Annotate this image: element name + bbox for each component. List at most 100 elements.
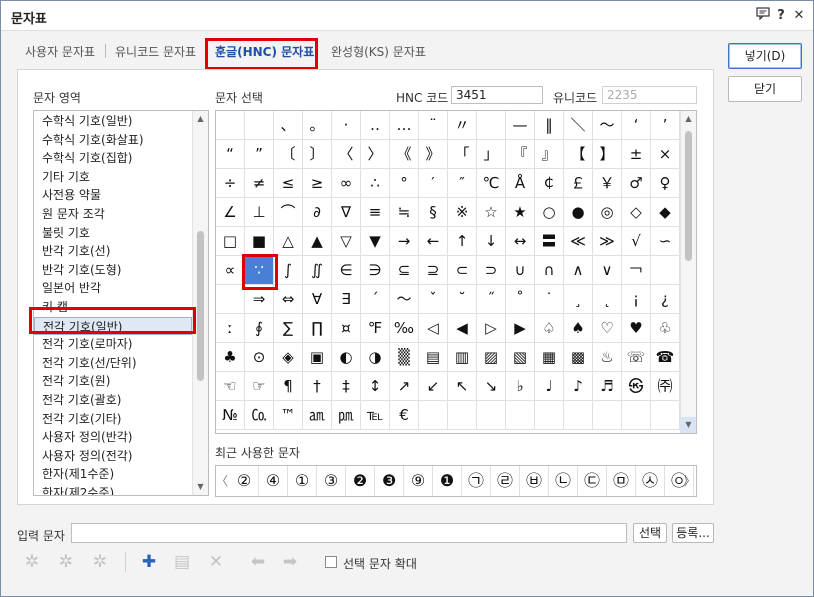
char-cell[interactable]: 【 xyxy=(564,140,593,169)
char-cell[interactable]: € xyxy=(390,401,419,430)
char-cell[interactable]: ♀ xyxy=(651,169,680,198)
char-cell[interactable]: ♭ xyxy=(506,372,535,401)
char-cell[interactable]: ♤ xyxy=(535,314,564,343)
char-cell[interactable]: 〕 xyxy=(303,140,332,169)
recent-char[interactable]: ① xyxy=(288,466,317,496)
char-cell[interactable]: “ xyxy=(216,140,245,169)
char-cell[interactable]: † xyxy=(303,372,332,401)
char-cell[interactable]: ∽ xyxy=(651,227,680,256)
char-cell[interactable]: 〔 xyxy=(274,140,303,169)
char-cell[interactable]: 《 xyxy=(390,140,419,169)
char-cell[interactable]: ↘ xyxy=(477,372,506,401)
char-cell[interactable]: ▷ xyxy=(477,314,506,343)
char-cell[interactable]: ♂ xyxy=(622,169,651,198)
char-cell[interactable]: ♡ xyxy=(593,314,622,343)
char-cell[interactable]: ∇ xyxy=(332,198,361,227)
char-cell[interactable]: ∪ xyxy=(506,256,535,285)
char-cell[interactable] xyxy=(216,285,245,314)
select-button[interactable]: 선택 xyxy=(633,523,667,543)
recent-char[interactable]: ❷ xyxy=(346,466,375,496)
char-cell[interactable]: ♪ xyxy=(564,372,593,401)
char-cell[interactable] xyxy=(535,401,564,430)
char-cell[interactable] xyxy=(651,256,680,285)
list-item[interactable]: 수학식 기호(일반) xyxy=(34,112,192,130)
char-cell[interactable]: ∑ xyxy=(274,314,303,343)
char-cell[interactable]: ¿ xyxy=(651,285,680,314)
char-cell[interactable]: № xyxy=(216,401,245,430)
char-cell[interactable]: ▶ xyxy=(506,314,535,343)
char-cell[interactable]: ㏘ xyxy=(332,401,361,430)
char-cell[interactable]: ㈜ xyxy=(651,372,680,401)
char-cell[interactable]: ∨ xyxy=(593,256,622,285)
char-cell[interactable]: ⇔ xyxy=(274,285,303,314)
char-cell[interactable]: ㏂ xyxy=(303,401,332,430)
char-cell[interactable]: 》 xyxy=(419,140,448,169)
tab-ks-charmap[interactable]: 완성형(KS) 문자표 xyxy=(331,43,426,60)
char-cell[interactable]: ∫ xyxy=(274,256,303,285)
list-scrollbar[interactable]: ▲ ▼ xyxy=(192,111,208,495)
char-cell[interactable]: ÷ xyxy=(216,169,245,198)
char-cell[interactable]: … xyxy=(390,111,419,140)
tab-unicode-charmap[interactable]: 유니코드 문자표 xyxy=(115,43,196,60)
char-cell[interactable]: — xyxy=(506,111,535,140)
char-cell[interactable]: ㏇ xyxy=(245,401,274,430)
char-cell[interactable]: ⊆ xyxy=(390,256,419,285)
char-cell[interactable]: ▲ xyxy=(303,227,332,256)
char-cell[interactable]: ± xyxy=(622,140,651,169)
char-cell[interactable]: ▼ xyxy=(361,227,390,256)
char-cell[interactable]: ∴ xyxy=(361,169,390,198)
char-cell[interactable]: ‘ xyxy=(622,111,651,140)
char-cell[interactable]: ↕ xyxy=(361,372,390,401)
char-cell[interactable]: ◁ xyxy=(419,314,448,343)
char-cell[interactable]: ″ xyxy=(448,169,477,198)
list-item[interactable]: 전각 기호(원) xyxy=(34,372,192,390)
list-item[interactable]: 전각 기호(기타) xyxy=(34,410,192,428)
hnc-code-field[interactable]: 3451 xyxy=(451,86,543,104)
char-cell[interactable]: → xyxy=(390,227,419,256)
char-cell[interactable]: 〓 xyxy=(535,227,564,256)
char-cell[interactable]: ← xyxy=(419,227,448,256)
char-cell[interactable]: ≒ xyxy=(390,198,419,227)
char-cell[interactable]: ° xyxy=(390,169,419,198)
char-cell[interactable]: ℉ xyxy=(361,314,390,343)
char-cell[interactable]: ☏ xyxy=(622,343,651,372)
speech-bubble-icon[interactable] xyxy=(754,7,772,25)
char-cell[interactable]: √ xyxy=(622,227,651,256)
scroll-thumb[interactable] xyxy=(197,231,204,381)
char-cell[interactable]: ◎ xyxy=(593,198,622,227)
recent-char[interactable]: ㉤ xyxy=(607,466,636,496)
char-cell[interactable]: ∋ xyxy=(361,256,390,285)
char-cell[interactable]: ¡ xyxy=(622,285,651,314)
char-cell[interactable]: ∞ xyxy=(332,169,361,198)
char-cell[interactable] xyxy=(593,401,622,430)
char-cell[interactable]: ≡ xyxy=(361,198,390,227)
char-cell[interactable]: 『 xyxy=(506,140,535,169)
insert-button[interactable]: 넣기(D) xyxy=(728,43,802,69)
char-cell[interactable]: ∏ xyxy=(303,314,332,343)
list-item[interactable]: 한자(제2수준) xyxy=(34,484,192,495)
input-chars-field[interactable] xyxy=(71,523,627,543)
scroll-down-icon[interactable]: ▼ xyxy=(681,417,696,433)
char-cell[interactable]: ♧ xyxy=(651,314,680,343)
char-cell[interactable]: ′ xyxy=(419,169,448,198)
help-button[interactable]: ? xyxy=(772,7,790,25)
chevron-left-icon[interactable]: 〈 xyxy=(216,466,228,496)
list-item[interactable]: 반각 기호(도형) xyxy=(34,261,192,279)
list-item[interactable]: 사용자 정의(반각) xyxy=(34,428,192,446)
recent-char[interactable]: ㉢ xyxy=(578,466,607,496)
char-cell[interactable]: △ xyxy=(274,227,303,256)
add-icon[interactable]: ✚ xyxy=(136,549,162,575)
char-cell[interactable]: 】 xyxy=(593,140,622,169)
scroll-thumb[interactable] xyxy=(685,131,692,261)
list-item[interactable]: 일본어 반각 xyxy=(34,279,192,297)
char-cell[interactable]: ▩ xyxy=(564,343,593,372)
recent-char[interactable]: ㉣ xyxy=(491,466,520,496)
char-cell[interactable]: ○ xyxy=(535,198,564,227)
char-cell[interactable]: ● xyxy=(564,198,593,227)
list-item[interactable]: 전각 기호(로마자) xyxy=(34,335,192,353)
char-cell[interactable]: ◆ xyxy=(651,198,680,227)
close-button[interactable]: 닫기 xyxy=(728,76,802,102)
list-item[interactable]: 한자(제1수준) xyxy=(34,465,192,483)
char-area-list[interactable]: 수학식 기호(일반) 수학식 기호(화살표) 수학식 기호(집합) 기타 기호 사전용 … xyxy=(33,110,209,496)
recent-char[interactable]: ❶ xyxy=(433,466,462,496)
